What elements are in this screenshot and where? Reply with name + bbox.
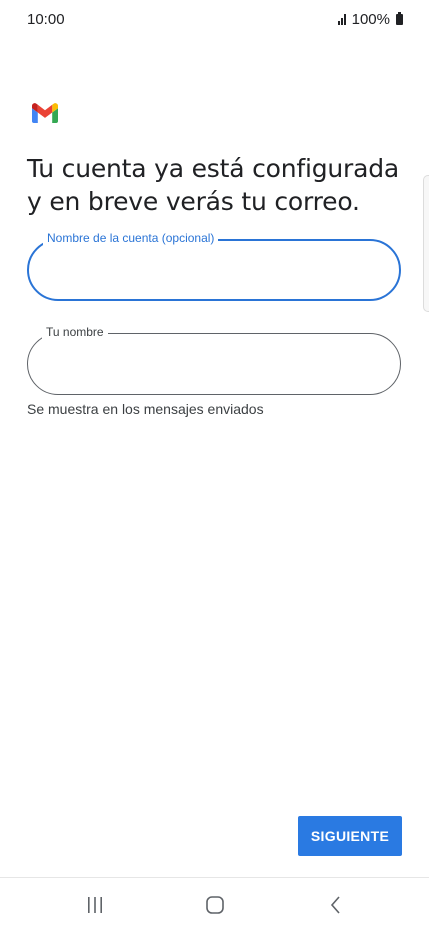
- your-name-helper-text: Se muestra en los mensajes enviados: [27, 401, 264, 417]
- your-name-input[interactable]: [48, 348, 382, 380]
- your-name-label: Tu nombre: [42, 325, 108, 339]
- next-button[interactable]: SIGUIENTE: [298, 816, 402, 856]
- battery-icon: [396, 12, 403, 25]
- status-indicators: 100%: [337, 11, 403, 28]
- navigation-bar: [0, 878, 429, 930]
- gmail-logo-icon: [32, 103, 58, 123]
- home-button[interactable]: [200, 892, 230, 918]
- account-name-field[interactable]: Nombre de la cuenta (opcional): [27, 231, 401, 301]
- status-bar: 10:00 100%: [0, 0, 429, 40]
- status-time: 10:00: [27, 11, 65, 28]
- page-title: Tu cuenta ya está configurada y en breve…: [27, 154, 400, 216]
- home-icon: [206, 896, 224, 914]
- recents-button[interactable]: [80, 892, 110, 918]
- your-name-field[interactable]: Tu nombre: [27, 325, 401, 395]
- recents-icon: [88, 897, 102, 913]
- account-name-label: Nombre de la cuenta (opcional): [43, 231, 219, 245]
- back-icon: [330, 896, 340, 914]
- back-button[interactable]: [321, 892, 351, 918]
- signal-icon: [337, 14, 346, 25]
- account-name-input[interactable]: [49, 255, 383, 287]
- battery-percentage: 100%: [351, 11, 390, 28]
- edge-panel-handle[interactable]: [423, 175, 429, 312]
